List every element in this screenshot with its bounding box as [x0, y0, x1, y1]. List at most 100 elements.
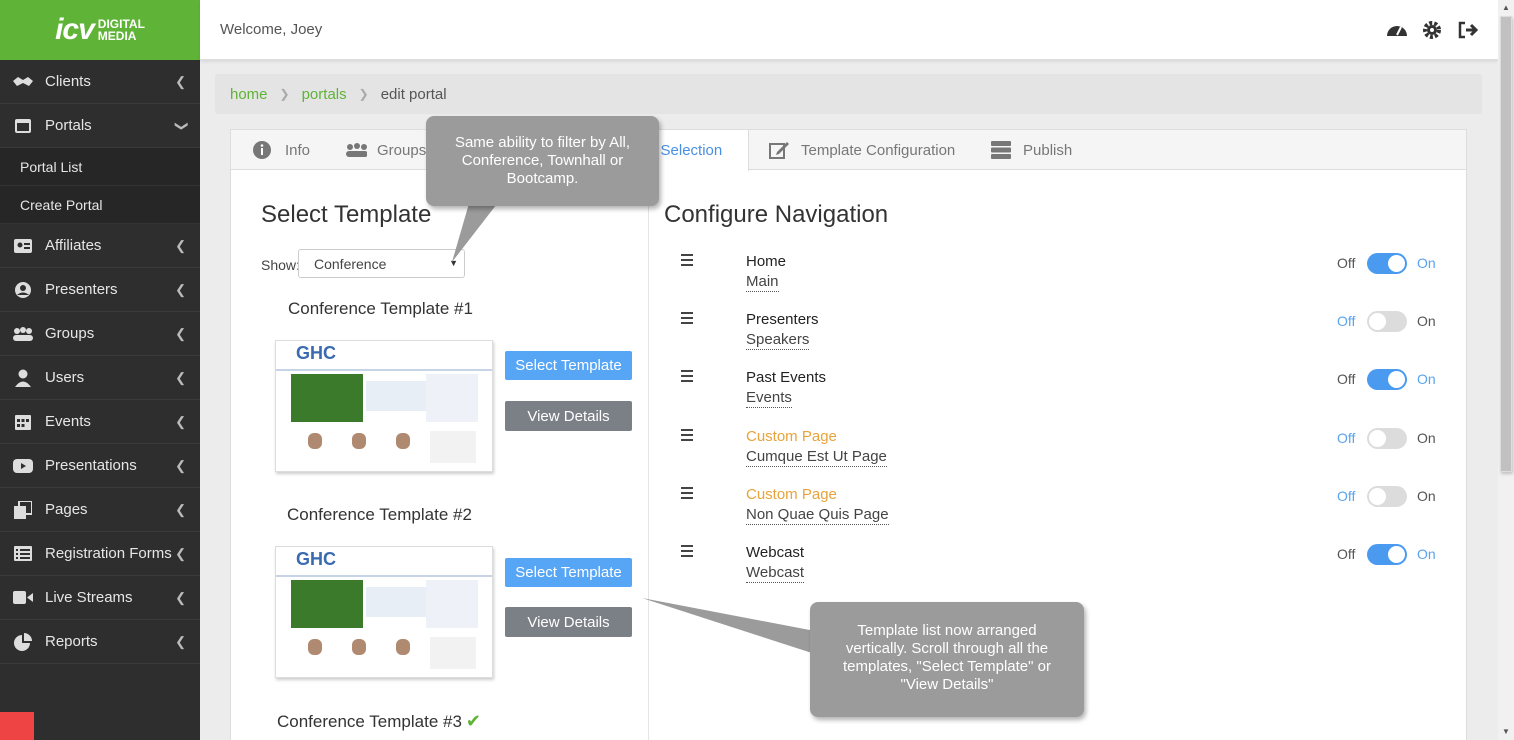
- nav-toggle[interactable]: [1367, 544, 1407, 565]
- sidebar-item-users[interactable]: Users ❮: [0, 356, 200, 400]
- thumbnail-logo: GHC: [296, 549, 336, 569]
- edit-icon: [769, 141, 791, 159]
- copy-icon: [12, 500, 34, 519]
- nav-toggle[interactable]: [1367, 428, 1407, 449]
- breadcrumb-home[interactable]: home: [230, 86, 268, 103]
- nav-row-subtitle[interactable]: Events: [746, 389, 792, 408]
- video-icon: [12, 589, 34, 607]
- nav-row-title: Custom Page: [746, 428, 837, 445]
- template-2-thumbnail[interactable]: GHC: [275, 546, 493, 678]
- handshake-icon: [12, 73, 34, 91]
- template-1-title: Conference Template #1: [288, 299, 473, 318]
- sidebar-item-reports[interactable]: Reports ❮: [0, 620, 200, 664]
- id-card-icon: [12, 237, 34, 255]
- tab-label: Info: [285, 141, 311, 159]
- select-template-button[interactable]: Select Template: [505, 351, 632, 380]
- chevron-left-icon: ❮: [175, 590, 186, 605]
- drag-handle-icon[interactable]: [681, 312, 693, 327]
- toggle-off-label: Off: [1337, 255, 1356, 271]
- drag-handle-icon[interactable]: [681, 545, 693, 560]
- tab-bar: Info Groups e Selection Template Configu…: [231, 130, 1466, 171]
- sidebar-item-label: Presenters: [45, 281, 118, 298]
- logo-main: icv: [55, 13, 95, 46]
- view-details-button[interactable]: View Details: [505, 607, 632, 637]
- scroll-thumb[interactable]: [1500, 16, 1512, 472]
- breadcrumb-portals[interactable]: portals: [302, 86, 347, 103]
- show-label: Show:: [261, 257, 300, 273]
- sidebar-item-live-streams[interactable]: Live Streams ❮: [0, 576, 200, 620]
- nav-row-subtitle[interactable]: Webcast: [746, 564, 805, 583]
- tab-label: e Selection: [648, 142, 723, 159]
- page-scrollbar[interactable]: ▲ ▼: [1498, 0, 1514, 740]
- sidebar-item-label: Live Streams: [45, 589, 133, 606]
- nav-toggle[interactable]: [1367, 486, 1407, 507]
- sidebar-item-pages[interactable]: Pages ❮: [0, 488, 200, 532]
- callout-filter-text: Same ability to filter by All, Conferenc…: [454, 134, 631, 187]
- toggle-off-label: Off: [1337, 546, 1356, 562]
- nav-row-title: Home: [746, 253, 787, 270]
- chevron-left-icon: ❮: [175, 74, 186, 89]
- tab-publish[interactable]: Publish: [991, 130, 1072, 170]
- sidebar-item-label: Registration Forms: [45, 545, 172, 562]
- scroll-up-arrow-icon[interactable]: ▲: [1498, 0, 1514, 16]
- gear-icon[interactable]: [1422, 20, 1442, 40]
- nav-toggle[interactable]: [1367, 311, 1407, 332]
- scroll-down-arrow-icon[interactable]: ▼: [1498, 724, 1514, 740]
- user-icon: [12, 369, 34, 387]
- select-template-button[interactable]: Select Template: [505, 558, 632, 587]
- top-bar: Welcome, Joey: [200, 0, 1498, 60]
- sidebar-item-presentations[interactable]: Presentations ❮: [0, 444, 200, 488]
- sidebar-item-affiliates[interactable]: Affiliates ❮: [0, 224, 200, 268]
- tab-info[interactable]: Info: [253, 130, 310, 170]
- sidebar-item-label: Portals: [45, 117, 92, 134]
- sidebar-item-label: Pages: [45, 501, 88, 518]
- sign-out-icon[interactable]: [1458, 20, 1479, 40]
- chevron-right-icon: ❯: [279, 87, 290, 101]
- info-circle-icon: [253, 141, 275, 159]
- drag-handle-icon[interactable]: [681, 429, 693, 444]
- drag-handle-icon[interactable]: [681, 487, 693, 502]
- chevron-left-icon: ❮: [175, 282, 186, 297]
- nav-row-subtitle[interactable]: Main: [746, 273, 779, 292]
- sidebar-item-portals[interactable]: Portals ❮: [0, 104, 200, 148]
- nav-row-subtitle[interactable]: Cumque Est Ut Page: [746, 448, 887, 467]
- callout-list-pointer: [642, 598, 815, 654]
- calendar-icon: [12, 413, 34, 431]
- template-3-title-row: Conference Template #3 ✔: [277, 711, 481, 732]
- toggle-off-label: Off: [1337, 488, 1356, 504]
- sidebar-subitem-portal-list[interactable]: Portal List: [0, 148, 200, 186]
- sidebar-item-groups[interactable]: Groups ❮: [0, 312, 200, 356]
- sidebar-item-registration-forms[interactable]: Registration Forms ❮: [0, 532, 200, 576]
- callout-filter: Same ability to filter by All, Conferenc…: [426, 116, 659, 206]
- nav-row-past-events: Past Events Events Off On: [681, 369, 1441, 419]
- view-details-button[interactable]: View Details: [505, 401, 632, 431]
- tab-template-configuration[interactable]: Template Configuration: [769, 130, 955, 170]
- sidebar: icv DIGITAL MEDIA Clients ❮ Portals ❮ Po…: [0, 0, 200, 740]
- sidebar-item-events[interactable]: Events ❮: [0, 400, 200, 444]
- app-corner-logo[interactable]: [0, 712, 34, 740]
- logo[interactable]: icv DIGITAL MEDIA: [0, 0, 200, 60]
- toggle-off-label: Off: [1337, 313, 1356, 329]
- sidebar-subitem-create-portal[interactable]: Create Portal: [0, 186, 200, 224]
- chevron-left-icon: ❮: [175, 238, 186, 253]
- tab-groups[interactable]: Groups: [345, 130, 426, 170]
- nav-toggle[interactable]: [1367, 369, 1407, 390]
- user-circle-icon: [12, 281, 34, 299]
- sidebar-item-label: Affiliates: [45, 237, 102, 254]
- sidebar-item-presenters[interactable]: Presenters ❮: [0, 268, 200, 312]
- nav-row-subtitle[interactable]: Speakers: [746, 331, 810, 350]
- toggle-off-label: Off: [1337, 371, 1356, 387]
- nav-row-subtitle[interactable]: Non Quae Quis Page: [746, 506, 889, 525]
- dashboard-icon[interactable]: [1386, 20, 1407, 40]
- nav-row-title: Custom Page: [746, 486, 837, 503]
- sidebar-item-clients[interactable]: Clients ❮: [0, 60, 200, 104]
- drag-handle-icon[interactable]: [681, 370, 693, 385]
- nav-row-custom-page-2: Custom Page Non Quae Quis Page Off On: [681, 486, 1441, 536]
- chevron-down-icon: ❮: [172, 120, 188, 132]
- drag-handle-icon[interactable]: [681, 254, 693, 269]
- list-icon: [12, 545, 34, 563]
- template-1-thumbnail[interactable]: GHC: [275, 340, 493, 472]
- sidebar-item-label: Events: [45, 413, 91, 430]
- nav-toggle[interactable]: [1367, 253, 1407, 274]
- breadcrumb: home ❯ portals ❯ edit portal: [215, 74, 1482, 114]
